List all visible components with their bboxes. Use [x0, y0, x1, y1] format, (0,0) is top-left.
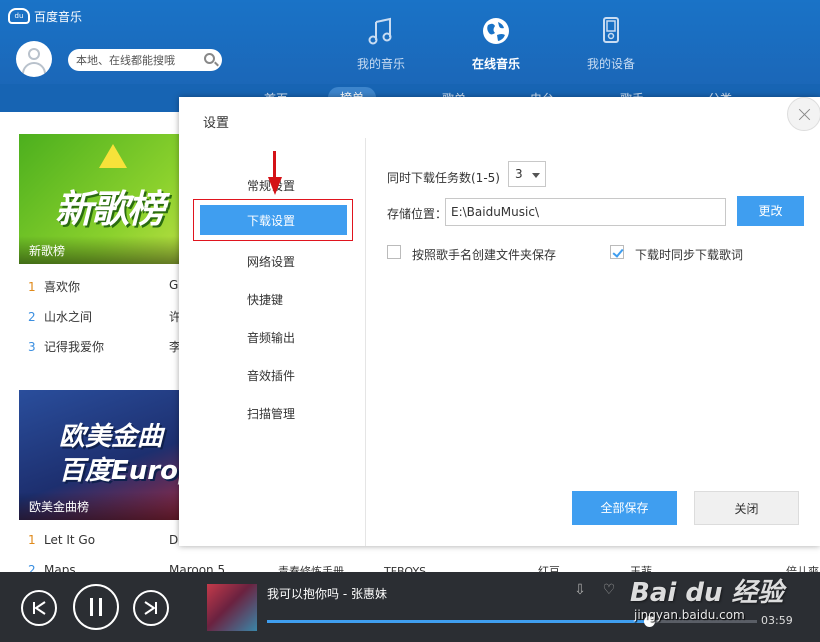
- annotation-highlight-box: [193, 199, 353, 241]
- concurrent-downloads-select[interactable]: 3: [508, 161, 546, 187]
- avatar-body-icon: [22, 62, 46, 77]
- tab-my-device[interactable]: 我的设备: [566, 16, 656, 72]
- search-box: [68, 49, 222, 71]
- song-title: 记得我爱你: [44, 340, 105, 354]
- heart-icon[interactable]: ♡: [601, 582, 617, 598]
- watermark-logo: Bai du 经验: [630, 578, 784, 608]
- list-item[interactable]: 1 喜欢你: [28, 278, 80, 295]
- music-note-icon: [368, 17, 392, 45]
- song-title: 喜欢你: [44, 280, 81, 294]
- change-path-button[interactable]: 更改: [737, 196, 804, 226]
- album-art[interactable]: [207, 584, 257, 631]
- menu-network-settings[interactable]: 网络设置: [247, 253, 295, 270]
- app-title: 百度音乐: [34, 10, 83, 24]
- previous-track-button[interactable]: [21, 590, 57, 626]
- watermark-url: jingyan.baidu.com: [634, 608, 745, 622]
- menu-shortcuts[interactable]: 快捷键: [247, 291, 283, 308]
- song-rank: 1: [28, 533, 36, 547]
- pause-button[interactable]: [73, 584, 119, 630]
- cover-art-text: 新歌榜: [55, 187, 165, 231]
- list-item[interactable]: 1 Let It Go: [28, 533, 95, 547]
- settings-dialog: 设置 常规设置 下载设置 网络设置 快捷键 音频输出 音效插件 扫描管理 同时下…: [179, 97, 820, 546]
- save-all-button[interactable]: 全部保存: [572, 491, 677, 525]
- close-icon[interactable]: [787, 97, 820, 131]
- storage-path-field[interactable]: [445, 198, 726, 226]
- tab-my-music[interactable]: 我的音乐: [336, 16, 426, 72]
- skip-next-icon: [144, 601, 157, 615]
- folder-by-artist-checkbox[interactable]: [387, 245, 401, 259]
- search-input[interactable]: [76, 52, 198, 68]
- device-icon: [603, 17, 619, 43]
- song-rank: 3: [28, 340, 36, 354]
- song-rank: 1: [28, 280, 36, 294]
- annotation-arrow-head-icon: [268, 177, 282, 195]
- download-lyrics-label: 下载时同步下载歌词: [635, 248, 744, 262]
- tab-my-music-label: 我的音乐: [356, 57, 405, 71]
- app-header: du 百度音乐 我的音乐 在线音乐 我的设备: [0, 0, 820, 84]
- cover-art-line1: 欧美金曲: [59, 422, 164, 452]
- concurrent-downloads-value: 3: [515, 167, 523, 181]
- storage-location-label: 存储位置：: [387, 207, 448, 221]
- pause-icon: [90, 598, 102, 616]
- song-artist: G: [169, 278, 179, 292]
- list-item[interactable]: 2 山水之间: [28, 308, 92, 325]
- tab-online-music-label: 在线音乐: [471, 57, 520, 71]
- chevron-down-icon: [532, 173, 540, 178]
- menu-sound-effects[interactable]: 音效插件: [247, 367, 295, 384]
- tab-online-music[interactable]: 在线音乐: [451, 16, 541, 72]
- next-track-button[interactable]: [133, 590, 169, 626]
- dialog-title: 设置: [203, 116, 230, 131]
- song-title: Let It Go: [44, 533, 96, 547]
- folder-by-artist-label: 按照歌手名创建文件夹保存: [412, 248, 557, 262]
- download-icon[interactable]: ⇩: [572, 582, 588, 598]
- tab-my-device-label: 我的设备: [586, 57, 635, 71]
- baidu-music-logo-icon: du: [8, 8, 30, 24]
- skip-previous-icon: [33, 601, 46, 615]
- menu-audio-output[interactable]: 音频输出: [247, 329, 295, 346]
- list-item[interactable]: 3 记得我爱你: [28, 338, 104, 355]
- track-title: 我可以抱你吗 - 张惠妹: [267, 587, 387, 601]
- close-button[interactable]: 关闭: [694, 491, 799, 525]
- menu-scan-management[interactable]: 扫描管理: [247, 405, 295, 422]
- baidu-jingyan-watermark: Bai du 经验 jingyan.baidu.com: [620, 568, 820, 630]
- avatar[interactable]: [16, 41, 52, 77]
- download-lyrics-checkbox[interactable]: [610, 245, 624, 259]
- concurrent-downloads-label: 同时下载任务数(1-5): [387, 171, 500, 185]
- song-title: 山水之间: [44, 310, 93, 324]
- avatar-head-icon: [28, 48, 40, 60]
- globe-icon: [483, 18, 509, 44]
- song-rank: 2: [28, 310, 36, 324]
- search-icon[interactable]: [204, 53, 215, 64]
- progress-fill: [267, 620, 650, 623]
- song-artist: D: [169, 533, 179, 547]
- crown-icon: [99, 144, 127, 168]
